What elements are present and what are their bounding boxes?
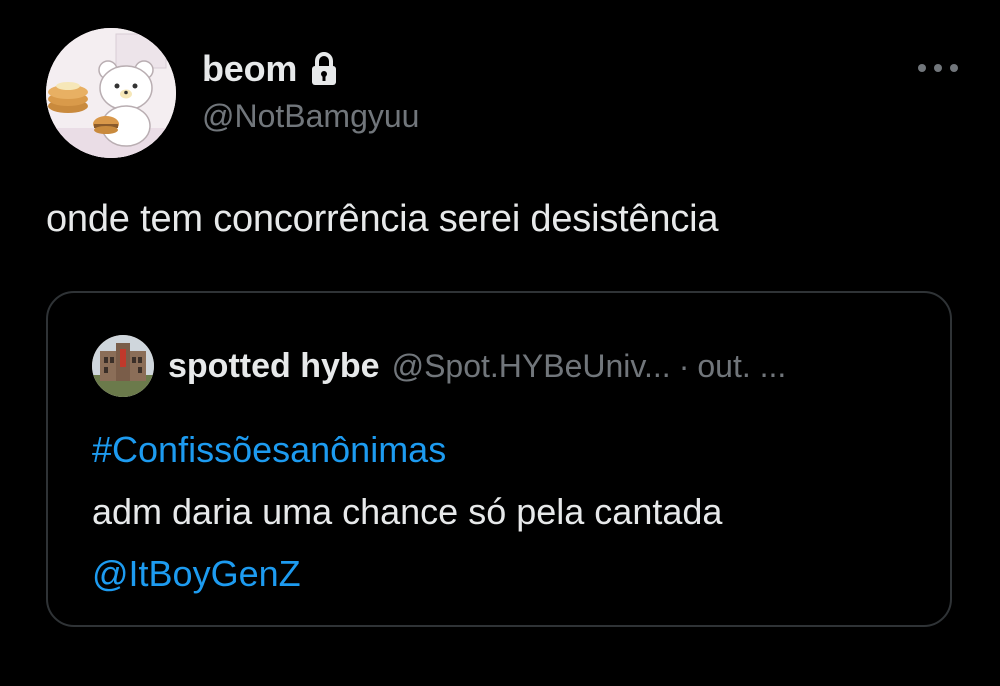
bear-avatar-icon [46, 28, 176, 158]
quoted-display-name[interactable]: spotted hybe [168, 347, 380, 386]
more-options-icon[interactable] [918, 56, 958, 80]
display-name[interactable]: beom [202, 48, 297, 90]
separator-dot: · [678, 347, 690, 384]
user-handle[interactable]: @NotBamgyuu [202, 98, 419, 135]
quoted-date[interactable]: out. ... [697, 348, 786, 385]
hashtag-link[interactable]: #Confissõesanônimas [92, 419, 722, 481]
quoted-tweet[interactable]: spotted hybe @Spot.HYBeUniv... · out. ..… [46, 291, 952, 627]
quoted-avatar[interactable] [92, 335, 154, 397]
quoted-handle[interactable]: @Spot.HYBeUniv... [392, 348, 671, 385]
lock-icon [309, 51, 339, 87]
building-avatar-icon [92, 335, 154, 397]
quoted-tweet-header: spotted hybe @Spot.HYBeUniv... · out. ..… [92, 335, 786, 397]
avatar[interactable] [46, 28, 176, 158]
tweet-text: onde tem concorrência serei desistência [46, 198, 719, 240]
name-row: beom [202, 48, 339, 90]
tweet: beom @NotBamgyuu onde tem concorrência s… [0, 0, 1000, 686]
quoted-tweet-text: adm daria uma chance só pela cantada [92, 491, 723, 532]
mention-link[interactable]: @ItBoyGenZ [92, 543, 722, 605]
quoted-tweet-body: #Confissõesanônimas adm daria uma chance… [92, 419, 722, 605]
